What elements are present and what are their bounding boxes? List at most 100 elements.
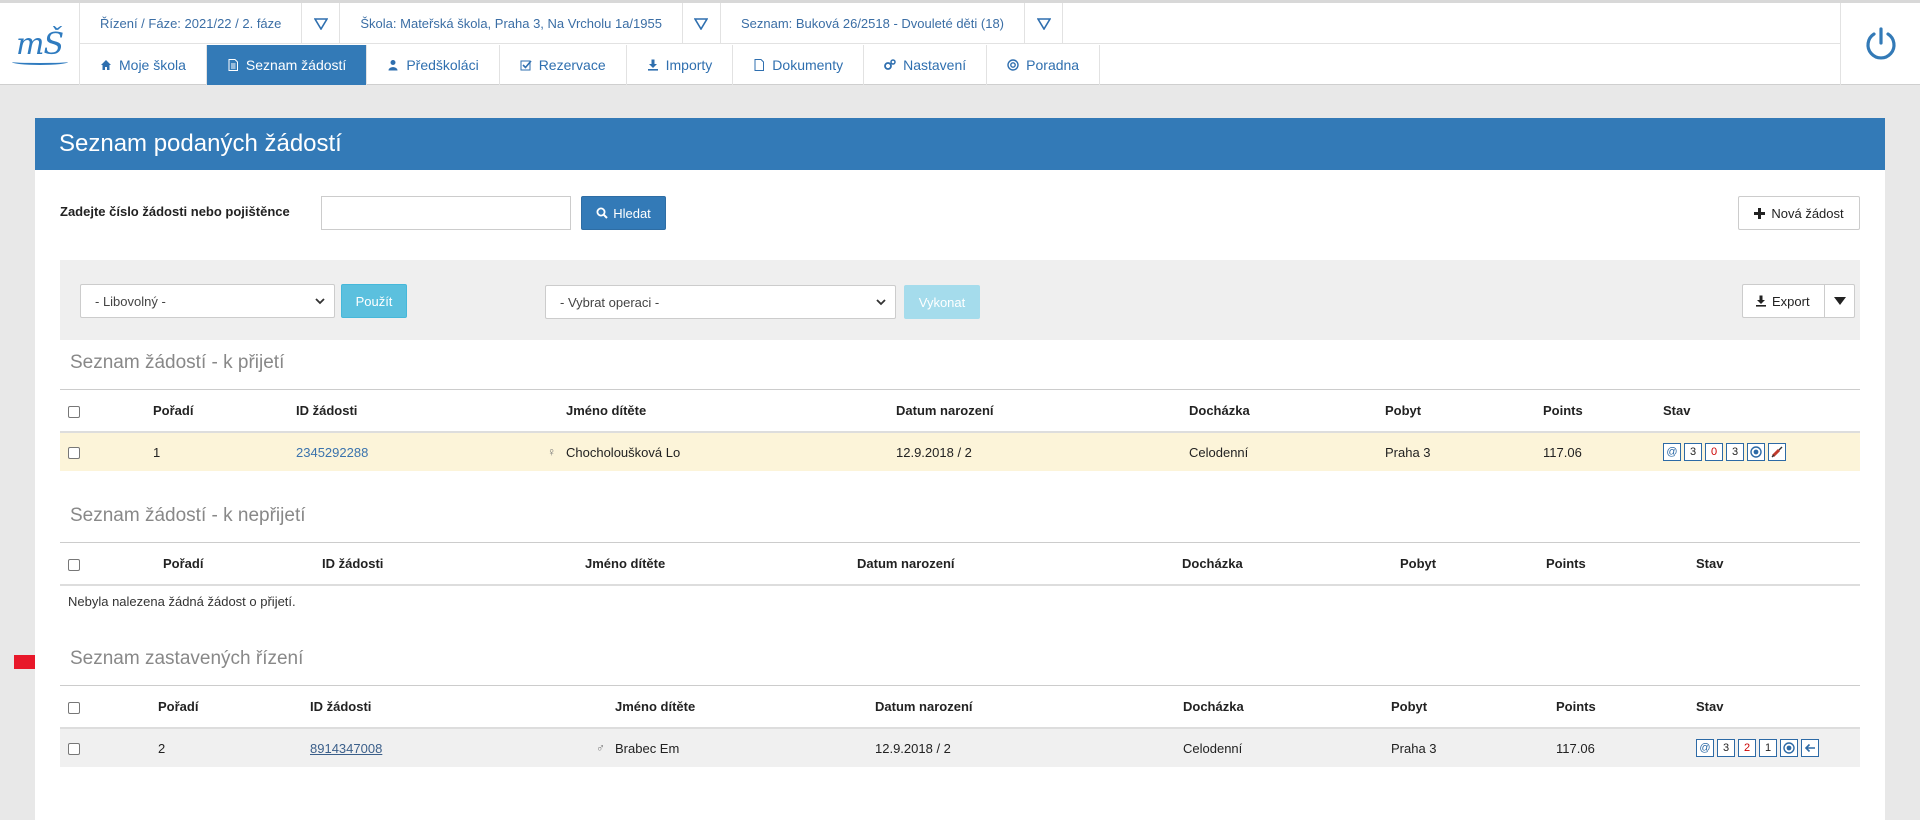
target-icon[interactable] (1780, 739, 1798, 757)
tab-dokumenty[interactable]: Dokumenty (733, 45, 865, 85)
list-selector[interactable]: Seznam: Buková 26/2518 - Dvouleté děti (… (721, 3, 1026, 44)
attendance-cell: Celodenní (1189, 432, 1385, 471)
col-header: ID žádosti (322, 543, 585, 586)
table-row[interactable]: 2 8914347008 ♂ Brabec Em 12.9.2018 / 2 Ce… (60, 728, 1860, 767)
file-icon (228, 59, 238, 71)
tab-predskolaci[interactable]: Předškoláci (367, 45, 500, 85)
accepted-table: Pořadí ID žádosti Jméno dítěte Datum nar… (60, 390, 1860, 471)
status-count: 3 (1684, 443, 1702, 461)
home-icon (101, 60, 111, 70)
col-header: Pobyt (1385, 390, 1543, 433)
application-id-link[interactable]: 8914347008 (310, 741, 382, 756)
logo-text: mŠ (16, 26, 64, 62)
col-header: Jméno dítěte (615, 686, 875, 729)
empty-message: Nebyla nalezena žádná žádost o přijetí. (68, 594, 296, 609)
tab-label: Rezervace (538, 57, 606, 73)
col-header: Points (1556, 686, 1696, 729)
tab-rezervace[interactable]: Rezervace (500, 45, 627, 85)
document-icon (754, 59, 765, 71)
birth-date-cell: 12.9.2018 / 2 (875, 728, 1183, 767)
app-logo[interactable]: mŠ (0, 3, 80, 85)
list-dropdown-icon[interactable] (1025, 3, 1064, 44)
select-all-checkbox[interactable] (68, 701, 80, 714)
birth-date-cell: 12.9.2018 / 2 (896, 432, 1189, 471)
user-icon (388, 60, 398, 71)
tab-label: Moje škola (119, 57, 186, 73)
syringe-icon[interactable] (1768, 443, 1786, 461)
email-status-icon[interactable]: @ (1696, 739, 1714, 757)
residence-cell: Praha 3 (1385, 432, 1543, 471)
top-bar: mŠ Řízení / Fáze: 2021/22 / 2. fáze Škol… (0, 0, 1920, 85)
col-header: Pořadí (163, 543, 322, 586)
search-button[interactable]: Hledat (581, 196, 666, 230)
operation-select[interactable]: - Vybrat operaci - (545, 285, 896, 319)
status-indicators: @ 3 0 3 (1663, 443, 1860, 461)
stopped-table: Pořadí ID žádosti Jméno dítěte Datum nar… (60, 686, 1860, 767)
tab-moje-skola[interactable]: Moje škola (80, 45, 207, 85)
row-checkbox[interactable] (68, 447, 80, 460)
export-button[interactable]: Export (1742, 284, 1855, 318)
col-header: ID žádosti (296, 390, 566, 433)
logout-button[interactable] (1840, 3, 1920, 85)
col-header: Jméno dítěte (566, 390, 896, 433)
points-cell: 117.06 (1556, 728, 1696, 767)
application-id-link[interactable]: 2345292288 (296, 445, 368, 460)
new-application-button[interactable]: Nová žádost (1738, 196, 1860, 230)
col-header: Datum narození (896, 390, 1189, 433)
arrow-left-icon[interactable] (1801, 739, 1819, 757)
phase-selector[interactable]: Řízení / Fáze: 2021/22 / 2. fáze (80, 3, 303, 44)
operation-select-value: - Vybrat operaci - (560, 294, 660, 310)
table-header-row: Pořadí ID žádosti Jméno dítěte Datum nar… (60, 543, 1860, 586)
tab-label: Seznam žádostí (245, 57, 347, 73)
download-icon (1756, 295, 1766, 307)
tab-label: Nastavení (903, 57, 967, 73)
email-status-icon[interactable]: @ (1663, 443, 1681, 461)
select-all-checkbox[interactable] (68, 405, 80, 418)
order-cell: 2 (158, 728, 310, 767)
tab-label: Předškoláci (406, 57, 479, 73)
search-button-label: Hledat (613, 205, 651, 221)
export-caret[interactable] (1824, 285, 1854, 317)
search-input[interactable] (321, 196, 571, 230)
execute-button[interactable]: Vykonat (904, 285, 980, 319)
tab-seznam-zadosti[interactable]: Seznam žádostí (206, 45, 368, 85)
col-header: ID žádosti (310, 686, 615, 729)
female-icon: ♀ (547, 444, 556, 459)
status-count: 0 (1705, 443, 1723, 461)
gears-icon (884, 59, 896, 70)
status-count: 1 (1759, 739, 1777, 757)
col-header: Stav (1696, 686, 1860, 729)
table-header-row: Pořadí ID žádosti Jméno dítěte Datum nar… (60, 390, 1860, 433)
export-label: Export (1772, 293, 1810, 309)
rejected-table: Pořadí ID žádosti Jméno dítěte Datum nar… (60, 543, 1860, 586)
tab-label: Importy (665, 57, 713, 73)
section-title-accepted: Seznam žádostí - k přijetí (70, 352, 285, 373)
col-header: Docházka (1183, 686, 1391, 729)
section-title-stopped: Seznam zastavených řízení (70, 648, 304, 669)
school-selector[interactable]: Škola: Mateřská škola, Praha 3, Na Vrcho… (340, 3, 683, 44)
target-icon[interactable] (1747, 443, 1765, 461)
select-all-checkbox[interactable] (68, 558, 80, 571)
table-header-row: Pořadí ID žádosti Jméno dítěte Datum nar… (60, 686, 1860, 729)
status-count: 3 (1726, 443, 1744, 461)
caret-down-icon (1833, 297, 1846, 305)
child-name-cell: Chocholoušková Lo (566, 432, 896, 471)
col-header: Points (1543, 390, 1663, 433)
table-row[interactable]: 1 2345292288 ♀ Chocholoušková Lo 12.9.201… (60, 432, 1860, 471)
col-header: Pořadí (153, 390, 296, 433)
col-header: Stav (1696, 543, 1860, 586)
school-dropdown-icon[interactable] (683, 3, 721, 44)
row-checkbox[interactable] (68, 743, 80, 756)
download-icon (647, 59, 658, 71)
apply-button[interactable]: Použít (341, 284, 407, 318)
col-header: Pořadí (158, 686, 310, 729)
tab-importy[interactable]: Importy (627, 45, 734, 85)
tab-nastaveni[interactable]: Nastavení (864, 45, 988, 85)
phase-dropdown-icon[interactable] (302, 3, 341, 44)
lifebuoy-icon (1007, 59, 1019, 71)
context-selectors: Řízení / Fáze: 2021/22 / 2. fáze Škola: … (80, 3, 1840, 44)
points-cell: 117.06 (1543, 432, 1663, 471)
filter-select[interactable]: - Libovolný - (80, 284, 335, 318)
tab-poradna[interactable]: Poradna (987, 45, 1101, 85)
filter-bar: - Libovolný - Použít - Vybrat operaci - … (60, 260, 1860, 340)
